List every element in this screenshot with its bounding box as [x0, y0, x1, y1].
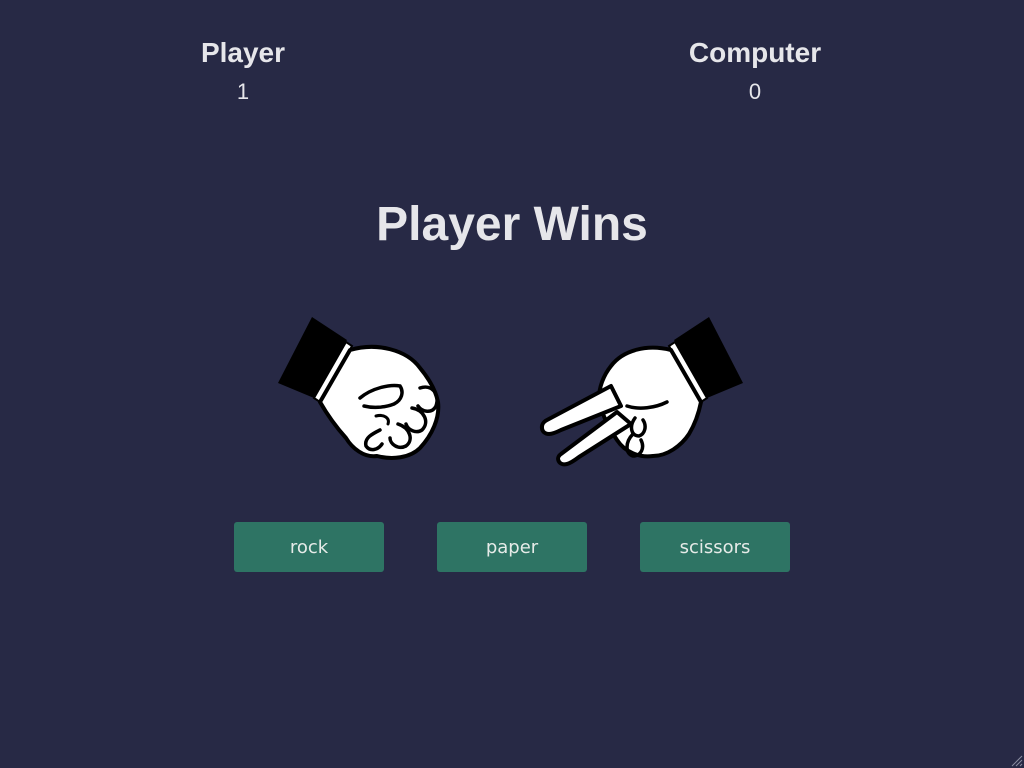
paper-button[interactable]: paper [437, 522, 587, 572]
scissors-button[interactable]: scissors [640, 522, 790, 572]
player-label: Player [200, 37, 286, 68]
game-screen: Player 1 Computer 0 Player Wins rock pap… [0, 0, 1024, 768]
player-score: 1 [236, 79, 250, 104]
resize-grip-icon[interactable] [1009, 753, 1023, 767]
result-message: Player Wins [376, 198, 648, 251]
computer-score: 0 [748, 79, 762, 104]
computer-label: Computer [688, 37, 822, 68]
computer-score-panel: Computer 0 [635, 36, 875, 105]
rock-hand-icon [272, 310, 447, 475]
rock-button[interactable]: rock [234, 522, 384, 572]
scissors-hand-icon [535, 310, 750, 475]
player-score-panel: Player 1 [123, 36, 363, 105]
